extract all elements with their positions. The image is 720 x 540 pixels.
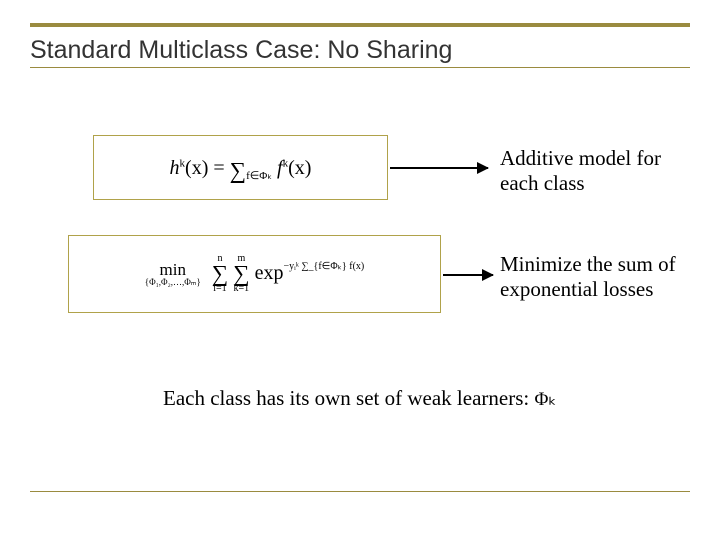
title-underline xyxy=(30,67,690,68)
sum-k: m ∑ k=1 xyxy=(233,254,249,295)
equation-additive: hk(x) = ∑f∈Φₖ fk(x) xyxy=(170,154,312,182)
exp-sup: −yᵢᵏ ∑_{f∈Φₖ} f(x) xyxy=(283,261,364,272)
sum-i: n ∑ i=1 xyxy=(212,254,228,295)
sum-symbol: ∑ xyxy=(233,264,249,285)
bottom-statement: Each class has its own set of weak learn… xyxy=(163,386,556,411)
bottom-text-content: Each class has its own set of weak learn… xyxy=(163,386,529,410)
footer-rule xyxy=(30,491,690,492)
equation-box-loss: min {Φ₁,Φ₂,…,Φₘ} n ∑ i=1 m ∑ k=1 exp−yᵢᵏ… xyxy=(68,235,441,313)
eq-h: h xyxy=(170,157,180,179)
callout-additive: Additive model for each class xyxy=(500,146,700,196)
min-operator: min {Φ₁,Φ₂,…,Φₘ} xyxy=(145,261,201,287)
sum-sub: f∈Φₖ xyxy=(246,170,272,182)
slide-title: Standard Multiclass Case: No Sharing xyxy=(30,36,452,65)
sum-k-bottom: k=1 xyxy=(234,284,250,294)
arrow-icon xyxy=(390,167,488,169)
min-sub: {Φ₁,Φ₂,…,Φₘ} xyxy=(145,278,201,287)
eq-h-arg: (x) xyxy=(185,157,208,179)
arrow-icon xyxy=(443,274,493,276)
eq-equals: = xyxy=(213,157,224,179)
sum-symbol: ∑ xyxy=(212,264,228,285)
top-rule xyxy=(30,23,690,27)
equation-loss: min {Φ₁,Φ₂,…,Φₘ} n ∑ i=1 m ∑ k=1 exp−yᵢᵏ… xyxy=(145,254,364,295)
sum-symbol: ∑ xyxy=(230,158,246,183)
equation-box-additive: hk(x) = ∑f∈Φₖ fk(x) xyxy=(93,135,388,200)
phi-symbol: Φₖ xyxy=(534,389,556,410)
sum-i-bottom: i=1 xyxy=(213,284,226,294)
eq-f-arg: (x) xyxy=(288,157,311,179)
callout-loss: Minimize the sum of exponential losses xyxy=(500,252,710,302)
exp-label: exp xyxy=(255,262,284,284)
min-label: min xyxy=(160,261,186,278)
